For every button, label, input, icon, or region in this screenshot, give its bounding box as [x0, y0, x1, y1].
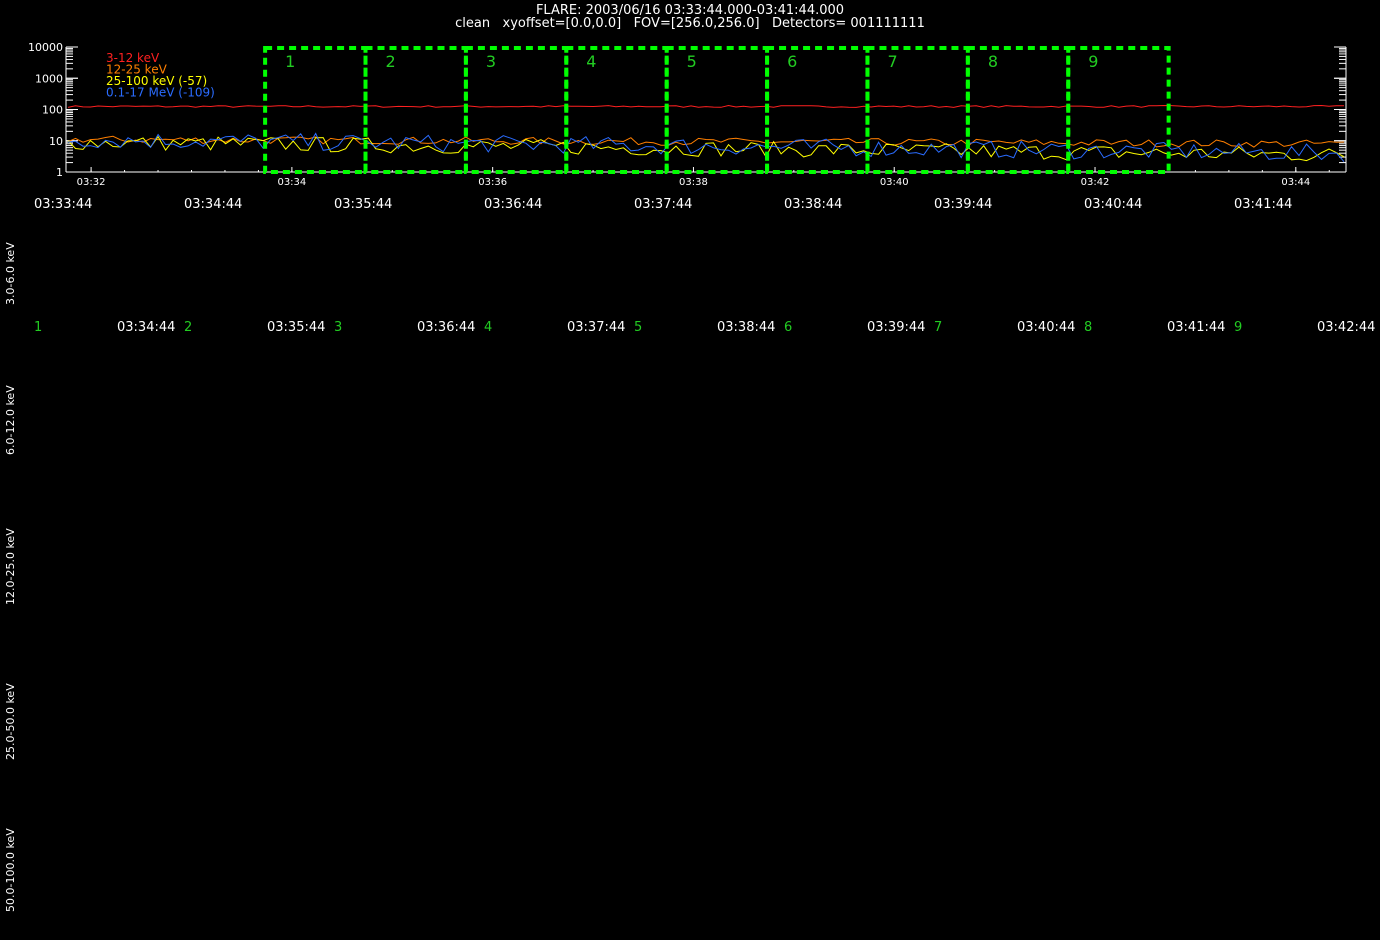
interval-box-4	[564, 46, 669, 174]
interval-start-time: 03:37:44	[634, 197, 693, 212]
image-panel-number: 7	[934, 320, 943, 335]
image-panel-end-time: 03:42:44	[1317, 320, 1376, 335]
y-tick-label: 100	[42, 104, 63, 117]
interval-label-2: 2	[386, 52, 396, 71]
interval-start-time: 03:34:44	[184, 197, 243, 212]
interval-start-time: 03:40:44	[1084, 197, 1143, 212]
series-line-2	[67, 135, 1345, 148]
y-tick-label: 10	[49, 135, 63, 148]
energy-band-label: 12.0-25.0 keV	[4, 528, 17, 605]
interval-label-6: 6	[787, 52, 797, 71]
interval-start-time: 03:39:44	[934, 197, 993, 212]
series-line-3	[67, 135, 1345, 162]
y-tick-label: 1000	[35, 72, 63, 85]
energy-band-label: 6.0-12.0 keV	[4, 385, 17, 455]
y-tick-label: 1	[56, 166, 63, 179]
series-line-4	[67, 132, 1345, 163]
interval-label-8: 8	[988, 52, 998, 71]
legend-entry-4: 0.1-17 MeV (-109)	[106, 86, 215, 100]
interval-label-4: 4	[586, 52, 596, 71]
interval-box-8	[965, 46, 1071, 174]
energy-band-label: 3.0-6.0 keV	[4, 242, 17, 305]
x-tick-label: 03:32	[77, 177, 106, 188]
image-panel-end-time: 03:39:44	[867, 320, 926, 335]
interval-label-7: 7	[887, 52, 897, 71]
interval-start-time: 03:41:44	[1234, 197, 1293, 212]
image-panel-number: 4	[484, 320, 493, 335]
image-panel-number: 5	[634, 320, 643, 335]
image-panel-end-time: 03:34:44	[117, 320, 176, 335]
x-tick-label: 03:34	[277, 177, 306, 188]
image-panel-number: 1	[34, 320, 43, 335]
lightcurve-plot: 10000 1000 100 10 1 03:32 03:34 03:36 03:38 03:40…	[28, 41, 1347, 188]
image-panel-end-time: 03:38:44	[717, 320, 776, 335]
image-panel-number: 8	[1084, 320, 1093, 335]
x-tick-label: 03:38	[679, 177, 708, 188]
energy-band-label: 50.0-100.0 keV	[4, 828, 17, 912]
interval-box-9	[1066, 46, 1171, 174]
interval-box-5	[664, 46, 770, 174]
interval-box-1	[263, 46, 368, 174]
y-tick-label: 10000	[28, 41, 63, 54]
x-tick-label: 03:40	[880, 177, 909, 188]
interval-label-1: 1	[285, 52, 295, 71]
x-tick-label: 03:36	[478, 177, 507, 188]
image-panel-end-time: 03:35:44	[267, 320, 326, 335]
interval-start-time: 03:36:44	[484, 197, 543, 212]
image-panel-end-time: 03:40:44	[1017, 320, 1076, 335]
interval-start-time: 03:38:44	[784, 197, 843, 212]
image-panel-end-time: 03:41:44	[1167, 320, 1226, 335]
image-panel-number: 3	[334, 320, 343, 335]
energy-band-label: 25.0-50.0 keV	[4, 683, 17, 760]
image-panel-number: 6	[784, 320, 793, 335]
series-line-1	[67, 104, 1345, 108]
interval-label-3: 3	[486, 52, 496, 71]
interval-label-5: 5	[687, 52, 697, 71]
x-tick-label: 03:44	[1281, 177, 1310, 188]
image-panel-end-time: 03:36:44	[417, 320, 476, 335]
x-tick-label: 03:42	[1081, 177, 1110, 188]
interval-start-time: 03:35:44	[334, 197, 393, 212]
interval-label-9: 9	[1088, 52, 1098, 71]
image-panel-number: 9	[1234, 320, 1243, 335]
image-panel-number: 2	[184, 320, 193, 335]
interval-start-time: 03:33:44	[34, 197, 93, 212]
image-panel-end-time: 03:37:44	[567, 320, 626, 335]
interval-box-3	[463, 46, 569, 174]
